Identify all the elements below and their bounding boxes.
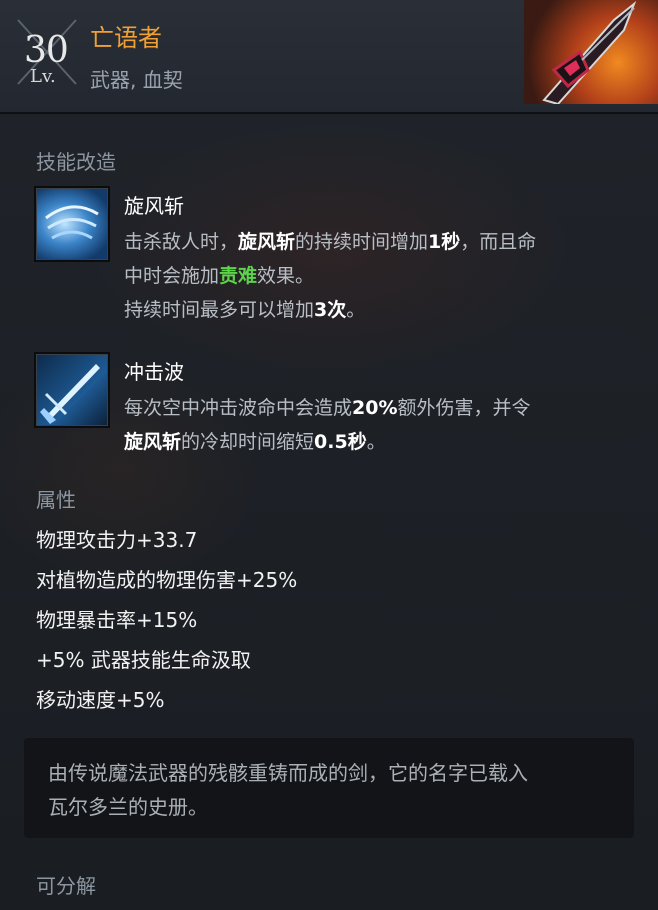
sword-slash-icon	[34, 352, 110, 428]
skill-desc-shockwave: 每次空中冲击波命中会造成20%额外伤害，并令 旋风斩的冷却时间缩短0.5秒。	[124, 391, 658, 459]
desc-text: 。	[346, 299, 366, 321]
desc-text: 每次空中冲击波命中会造成	[124, 397, 353, 419]
skill-section-title: 技能改造	[36, 150, 116, 174]
desc-text: 效果。	[257, 265, 315, 287]
skill-name-whirlwind: 旋风斩	[124, 194, 184, 218]
lore-text: 由传说魔法武器的残骸重铸而成的剑，它的名字已载入 瓦尔多兰的史册。	[48, 756, 618, 824]
desc-line: 旋风斩的冷却时间缩短0.5秒。	[124, 425, 658, 459]
desc-text: 的持续时间增加	[295, 231, 429, 253]
whirlwind-icon	[34, 186, 110, 262]
desc-value: 0.5秒	[314, 431, 367, 453]
desc-text: 的冷却时间缩短	[181, 431, 315, 453]
desc-line: 每次空中冲击波命中会造成20%额外伤害，并令	[124, 391, 658, 425]
attribute-line: 移动速度+5%	[36, 688, 165, 712]
desc-line: 持续时间最多可以增加3次。	[124, 293, 658, 327]
lore-line: 瓦尔多兰的史册。	[48, 795, 208, 819]
desc-text: 中时会施加	[124, 265, 220, 287]
desc-text: 持续时间最多可以增加	[124, 299, 315, 321]
skill-desc-whirlwind: 击杀敌人时，旋风斩的持续时间增加1秒，而且命 中时会施加责难效果。 持续时间最多…	[124, 225, 658, 327]
level-badge: 30 Lv.	[14, 14, 80, 90]
cursed-sword-icon	[524, 0, 658, 104]
level-number: 30	[24, 30, 69, 71]
desc-text: 额外伤害，并令	[397, 397, 531, 419]
attribute-line: 物理攻击力+33.7	[36, 528, 198, 552]
desc-text: ，而且命	[460, 231, 537, 253]
lore-box: 由传说魔法武器的残骸重铸而成的剑，它的名字已载入 瓦尔多兰的史册。	[24, 738, 634, 838]
attribute-line: 物理暴击率+15%	[36, 608, 198, 632]
desc-text: 。	[366, 431, 386, 453]
level-label: Lv.	[30, 66, 56, 87]
salvageable-label: 可分解	[36, 874, 96, 898]
desc-line: 击杀敌人时，旋风斩的持续时间增加1秒，而且命	[124, 225, 658, 259]
item-tooltip: 30 Lv. 亡语者 武器, 血契 技能改造 旋风斩 击杀敌人时，旋风斩的持续时…	[0, 0, 658, 910]
desc-line: 中时会施加责难效果。	[124, 259, 658, 293]
desc-value: 3次	[314, 299, 347, 321]
desc-value: 1秒	[428, 231, 461, 253]
tooltip-header: 30 Lv. 亡语者 武器, 血契	[0, 0, 658, 114]
lore-line: 由传说魔法武器的残骸重铸而成的剑，它的名字已载入	[48, 761, 528, 785]
attribute-line: +5% 武器技能生命汲取	[36, 648, 251, 672]
item-type: 武器, 血契	[90, 68, 183, 92]
attribute-line: 对植物造成的物理伤害+25%	[36, 568, 298, 592]
desc-status-effect: 责难	[219, 265, 258, 287]
desc-text: 击杀敌人时，	[124, 231, 239, 253]
skill-name-shockwave: 冲击波	[124, 360, 184, 384]
desc-skill-ref: 旋风斩	[238, 231, 296, 253]
desc-value: 20%	[352, 397, 398, 419]
item-name: 亡语者	[90, 24, 162, 52]
desc-skill-ref: 旋风斩	[124, 431, 182, 453]
attributes-title: 属性	[36, 488, 76, 512]
